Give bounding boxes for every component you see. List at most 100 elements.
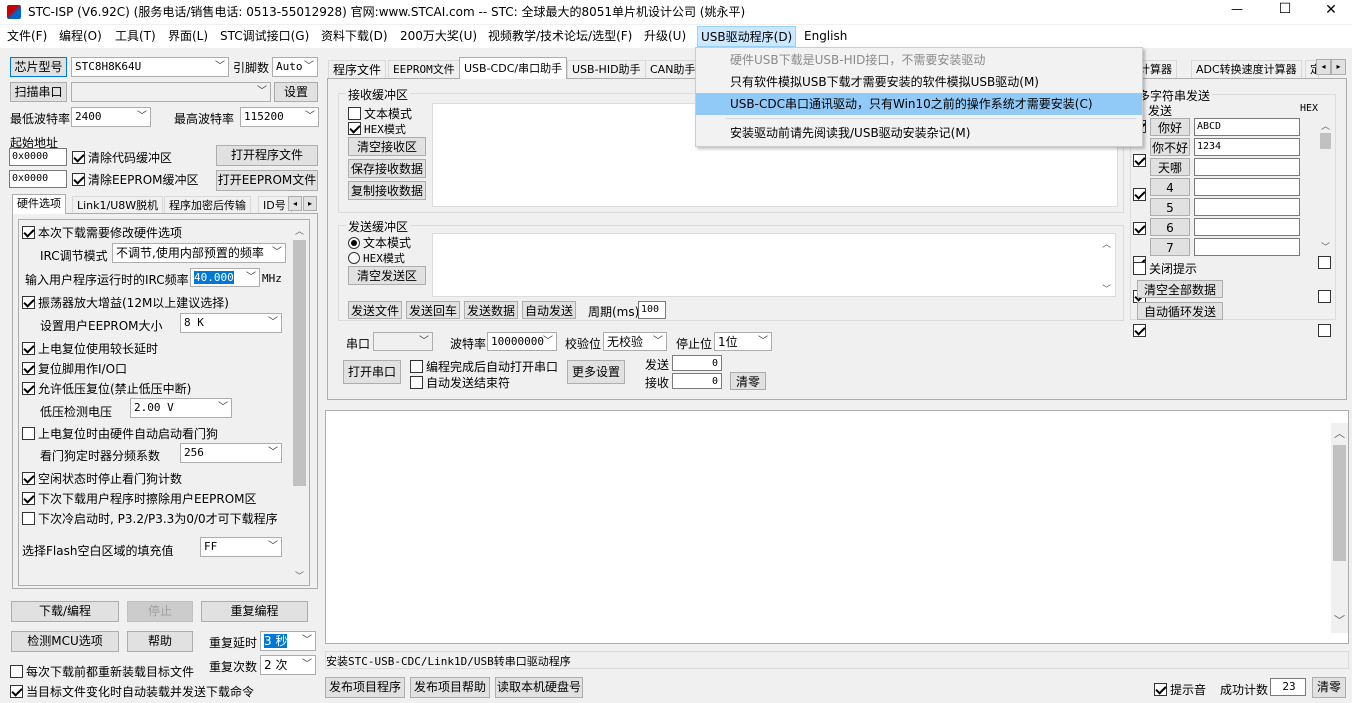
menu-program[interactable]: 编程(O): [57, 26, 104, 47]
tab-can[interactable]: CAN助手: [645, 60, 701, 79]
clear-count-button[interactable]: 清零: [730, 372, 766, 390]
stop-bits-select[interactable]: 1位 ﹀: [714, 332, 772, 351]
menu-interface[interactable]: 界面(L): [166, 26, 210, 47]
help-button[interactable]: 帮助: [127, 631, 193, 652]
max-baud-select[interactable]: 115200 ﹀: [240, 107, 319, 127]
output-scroll-thumb[interactable]: [1333, 445, 1346, 561]
option-low-voltage-reset[interactable]: 允许低压复位(禁止低压中断): [22, 380, 191, 397]
menu-upgrade[interactable]: 升级(U): [642, 26, 688, 47]
open-eeprom-file-button[interactable]: 打开EEPROM文件: [216, 170, 318, 191]
irc-mode-select[interactable]: 不调节,使用内部预置的频率 ﹀: [112, 243, 286, 263]
send-file-button[interactable]: 发送文件: [348, 301, 402, 319]
checkbox-icon[interactable]: [1133, 154, 1146, 167]
watchdog-div-select[interactable]: 256 ﹀: [180, 443, 282, 463]
hex-checkbox-icon[interactable]: [1318, 290, 1331, 303]
checkbox-icon[interactable]: [1133, 222, 1146, 235]
scroll-down-icon[interactable]: ﹀: [291, 569, 308, 582]
menu-debug[interactable]: STC调试接口(G): [218, 26, 311, 47]
reload-before-download-checkbox[interactable]: 每次下载前都重新装载目标文件: [10, 663, 194, 680]
send-buffer-area[interactable]: [432, 233, 1116, 297]
scroll-down-icon[interactable]: ﹀: [1317, 240, 1334, 253]
multi-string-input[interactable]: [1194, 158, 1300, 176]
multi-string-input[interactable]: [1194, 218, 1300, 236]
download-program-button[interactable]: 下载/编程: [11, 601, 119, 622]
recv-hex-mode-radio[interactable]: HEX模式: [348, 121, 406, 137]
checkbox-icon[interactable]: [1133, 188, 1146, 201]
menu-english[interactable]: English: [802, 26, 849, 47]
menu-video[interactable]: 视频教学/技术论坛/选型(F): [486, 26, 634, 47]
check-mcu-button[interactable]: 检测MCU选项: [11, 631, 119, 652]
option-osc-gain[interactable]: 振荡器放大增益(12M以上建议选择): [22, 294, 229, 311]
stop-button[interactable]: 停止: [127, 601, 193, 622]
multi-send-button[interactable]: 你好: [1150, 118, 1190, 136]
serial-port-select[interactable]: ﹀: [71, 82, 271, 102]
beep-checkbox[interactable]: 提示音: [1154, 681, 1206, 698]
hw-scroll-thumb[interactable]: [293, 240, 306, 486]
scroll-up-icon[interactable]: ︿: [1098, 237, 1115, 250]
output-log-area[interactable]: [325, 410, 1349, 644]
option-modify-hw[interactable]: 本次下载需要修改硬件选项: [22, 224, 182, 241]
maximize-button[interactable]: ☐: [1270, 1, 1300, 17]
repeat-delay-select[interactable]: 3 秒 ﹀: [260, 631, 316, 651]
read-disk-id-button[interactable]: 读取本机硬盘号: [495, 677, 583, 698]
option-reset-io[interactable]: 复位脚用作I/O口: [22, 360, 127, 377]
send-enter-button[interactable]: 发送回车: [406, 301, 460, 319]
tab-adc-calculator[interactable]: ADC转换速度计算器: [1191, 60, 1302, 79]
period-input[interactable]: 100: [638, 301, 666, 319]
reprogram-button[interactable]: 重复编程: [201, 601, 308, 622]
publish-help-button[interactable]: 发布项目帮助: [410, 677, 490, 698]
min-baud-select[interactable]: 2400 ﹀: [71, 107, 151, 127]
settings-button[interactable]: 设置: [274, 82, 318, 102]
multi-send-button[interactable]: 你不好: [1150, 138, 1190, 156]
option-idle-stop-wdt[interactable]: 空闲状态时停止看门狗计数: [22, 470, 182, 487]
option-long-delay[interactable]: 上电复位使用较长延时: [22, 340, 158, 357]
menu-tools[interactable]: 工具(T): [113, 26, 158, 47]
scroll-down-icon[interactable]: ﹀: [1098, 282, 1115, 295]
flash-fill-select[interactable]: FF ﹀: [200, 537, 282, 557]
multi-string-input[interactable]: ABCD: [1194, 118, 1300, 136]
baud-rate-select[interactable]: 10000000 ﹀: [487, 332, 557, 351]
clear-all-data-button[interactable]: 清空全部数据: [1137, 280, 1223, 298]
menu-download[interactable]: 资料下载(D): [319, 26, 390, 47]
auto-send-button[interactable]: 自动发送: [522, 301, 576, 319]
scan-port-button[interactable]: 扫描串口: [10, 82, 67, 102]
scroll-up-icon[interactable]: ︿: [291, 224, 308, 237]
tab-hardware-options[interactable]: 硬件选项: [12, 194, 66, 214]
multi-send-button[interactable]: 7: [1150, 238, 1190, 256]
clear-receive-button[interactable]: 清空接收区: [348, 137, 426, 156]
publish-program-button[interactable]: 发布项目程序: [325, 677, 405, 698]
pin-count-select[interactable]: Auto ﹀: [272, 57, 318, 77]
start-address-input[interactable]: 0x0000: [9, 148, 67, 166]
open-program-file-button[interactable]: 打开程序文件: [216, 145, 318, 166]
multi-string-input[interactable]: [1194, 238, 1300, 256]
auto-send-terminator-checkbox[interactable]: 自动发送结束符: [410, 374, 510, 391]
option-cold-start-p32[interactable]: 下次冷启动时, P3.2/P3.3为0/0才可下载程序: [22, 510, 278, 527]
recv-text-mode-radio[interactable]: 文本模式: [348, 105, 412, 122]
multi-string-input[interactable]: [1194, 198, 1300, 216]
clear-code-checkbox[interactable]: 清除代码缓冲区: [72, 149, 172, 166]
tab-scroll-left[interactable]: ◂: [288, 196, 302, 211]
parity-select[interactable]: 无校验 ﹀: [603, 332, 667, 351]
tab-usb-hid[interactable]: USB-HID助手: [567, 60, 646, 79]
tab-usb-cdc-serial[interactable]: USB-CDC/串口助手: [459, 57, 568, 79]
clear-send-button[interactable]: 清空发送区: [348, 266, 426, 285]
irc-freq-select[interactable]: 40.000 ﹀: [190, 268, 260, 287]
dropdown-item-soft-usb-driver[interactable]: 只有软件模拟USB下载才需要安装的软件模拟USB驱动(M): [696, 71, 1142, 93]
open-port-button[interactable]: 打开串口: [343, 360, 401, 384]
repeat-count-select[interactable]: 2 次 ﹀: [260, 655, 316, 675]
multi-send-button[interactable]: 天哪: [1150, 158, 1190, 176]
more-settings-button[interactable]: 更多设置: [567, 360, 625, 384]
multi-string-input[interactable]: [1194, 178, 1300, 196]
menu-usb-driver[interactable]: USB驱动程序(D): [697, 26, 797, 47]
serial-port-combo[interactable]: ﹀: [373, 332, 433, 351]
tab-eeprom-file[interactable]: EEPROM文件: [388, 60, 460, 79]
option-erase-eeprom[interactable]: 下次下载用户程序时擦除用户EEPROM区: [22, 490, 257, 507]
multi-send-button[interactable]: 4: [1150, 178, 1190, 196]
low-voltage-select[interactable]: 2.00 V ﹀: [130, 398, 232, 418]
menu-file[interactable]: 文件(F): [5, 26, 49, 47]
send-data-button[interactable]: 发送数据: [464, 301, 518, 319]
checkbox-icon[interactable]: [1133, 324, 1146, 337]
scroll-up-icon[interactable]: ︿: [1331, 425, 1348, 441]
right-tab-scroll-right[interactable]: ▸: [1331, 59, 1346, 75]
eeprom-size-select[interactable]: 8 K ﹀: [180, 313, 282, 333]
